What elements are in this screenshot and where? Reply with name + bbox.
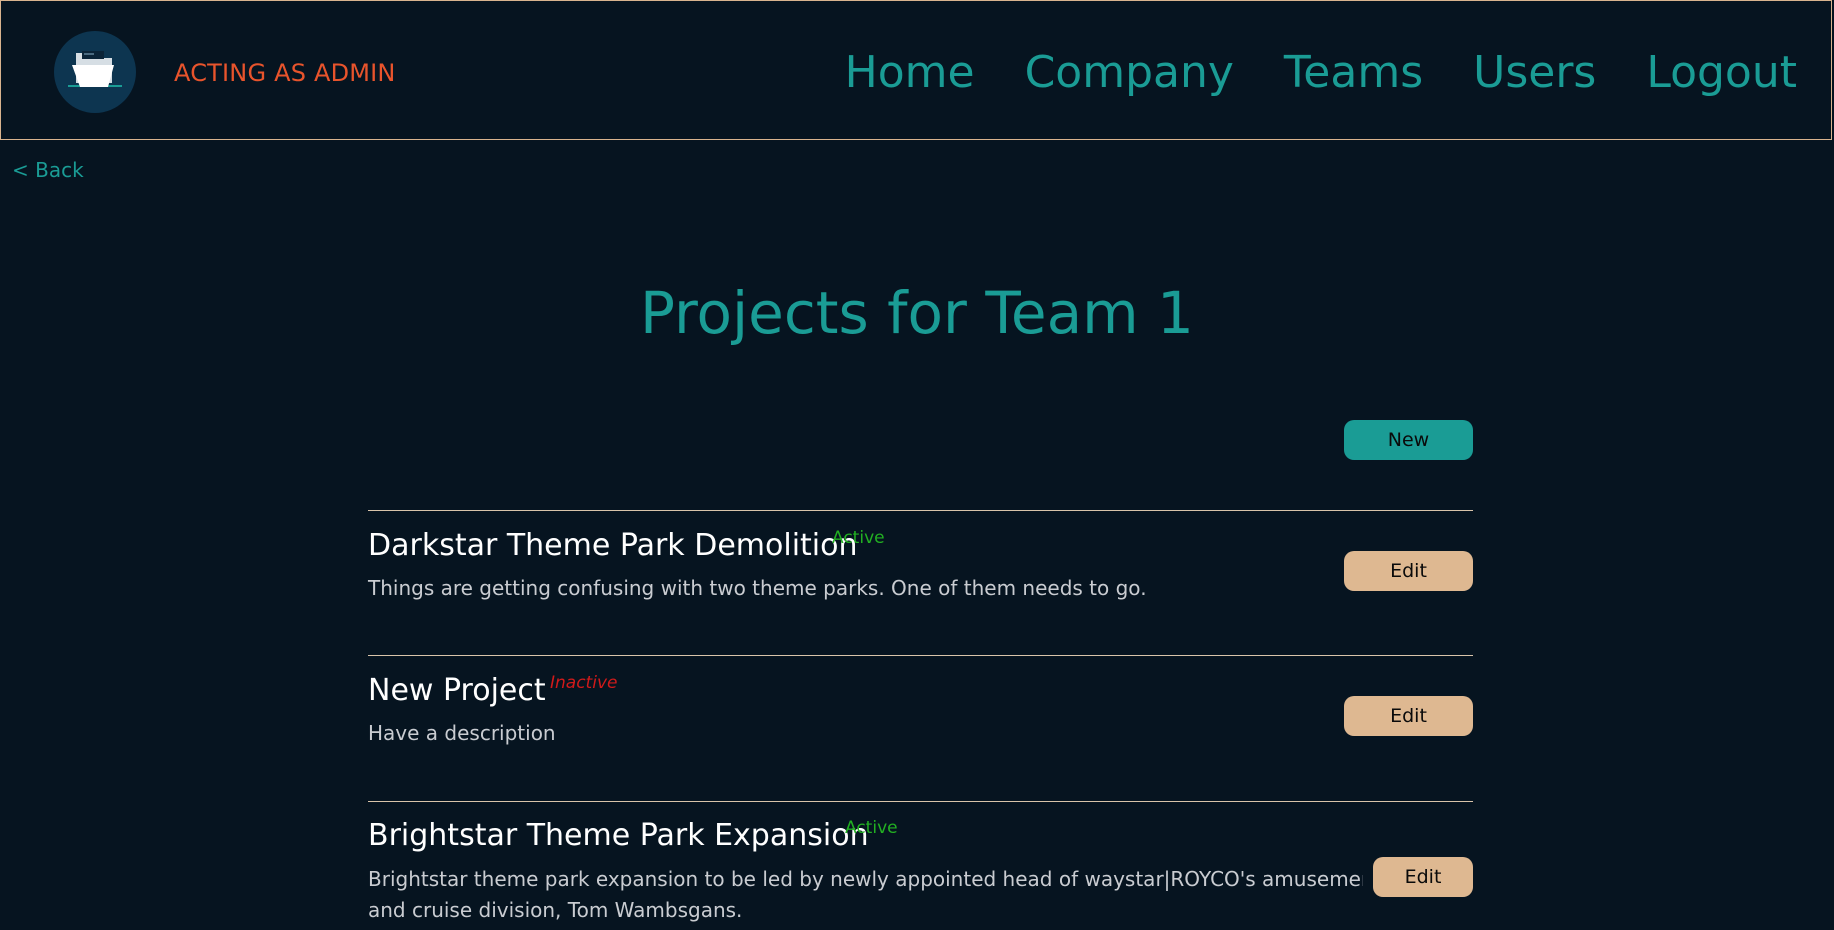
folder-logo-icon bbox=[68, 51, 122, 87]
edit-button[interactable]: Edit bbox=[1373, 857, 1473, 897]
nav-teams-link[interactable]: Teams bbox=[1284, 45, 1423, 101]
edit-button[interactable]: Edit bbox=[1344, 551, 1473, 591]
top-navbar: ACTING AS ADMIN Home Company Teams Users… bbox=[0, 0, 1832, 140]
project-title: Darkstar Theme Park Demolition bbox=[368, 528, 858, 563]
back-link[interactable]: < Back bbox=[12, 158, 84, 182]
status-badge: Inactive bbox=[550, 673, 618, 693]
project-description-line-1: Brightstar theme park expansion to be le… bbox=[368, 867, 1363, 891]
status-badge: Active bbox=[845, 818, 898, 838]
acting-as-admin-label: ACTING AS ADMIN bbox=[174, 59, 396, 87]
project-description: Have a description bbox=[368, 721, 556, 745]
app-logo[interactable] bbox=[54, 31, 136, 113]
new-project-button[interactable]: New bbox=[1344, 420, 1473, 460]
nav-users-link[interactable]: Users bbox=[1473, 45, 1596, 101]
project-divider bbox=[368, 655, 1473, 656]
project-title: Brightstar Theme Park Expansion bbox=[368, 818, 869, 853]
project-divider bbox=[368, 801, 1473, 802]
nav-home-link[interactable]: Home bbox=[845, 45, 975, 101]
project-title: New Project bbox=[368, 673, 546, 708]
nav-logout-link[interactable]: Logout bbox=[1646, 45, 1797, 101]
project-description: Things are getting confusing with two th… bbox=[368, 576, 1147, 600]
status-badge: Active bbox=[832, 528, 885, 548]
page-title: Projects for Team 1 bbox=[640, 279, 1194, 347]
main-nav: Home Company Teams Users Logout bbox=[845, 45, 1797, 101]
edit-button[interactable]: Edit bbox=[1344, 696, 1473, 736]
nav-company-link[interactable]: Company bbox=[1025, 45, 1234, 101]
project-description-line-2: and cruise division, Tom Wambsgans. bbox=[368, 898, 743, 922]
project-divider bbox=[368, 510, 1473, 511]
